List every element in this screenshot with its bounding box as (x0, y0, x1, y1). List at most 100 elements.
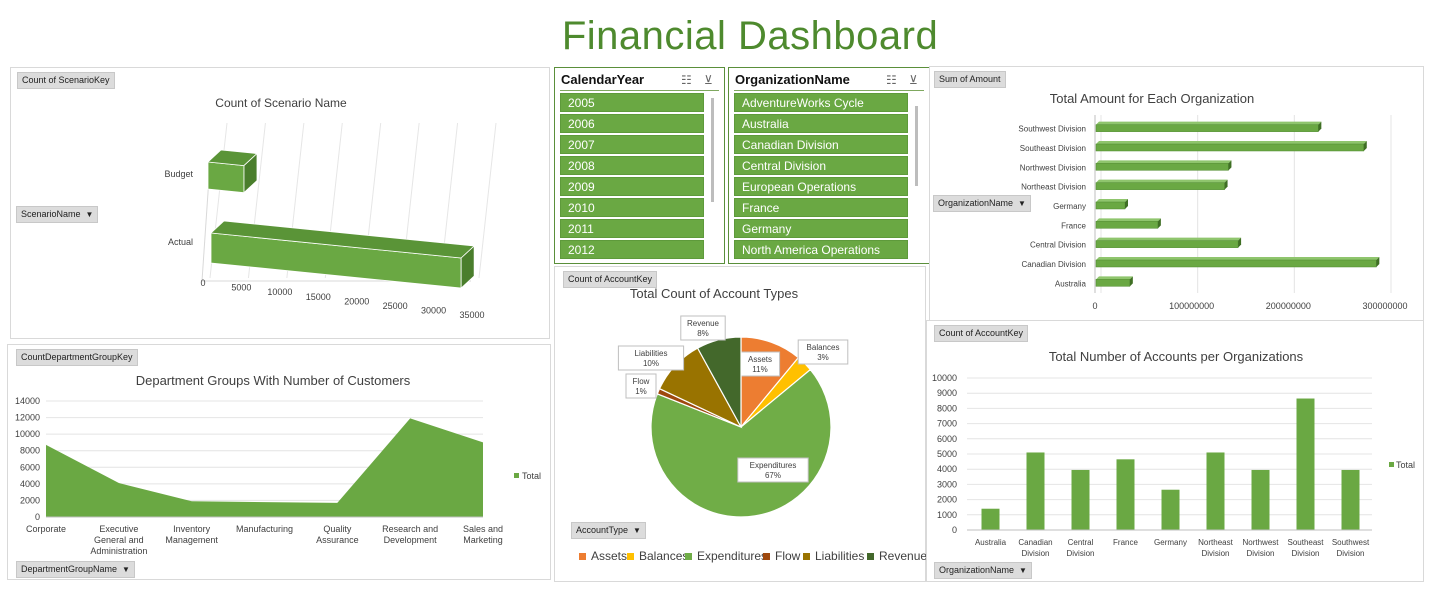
y-tick-label: 2000 (937, 495, 957, 505)
legend-label: Assets (591, 549, 628, 563)
org-amount-chart-panel: Sum of Amount OrganizationName ▼ Total Am… (929, 66, 1424, 321)
clear-filter-icon[interactable]: ⊻ (704, 73, 713, 87)
pie-data-label-percent: 8% (697, 329, 709, 338)
x-tick-label: 0 (200, 278, 205, 288)
organization-slicer-item[interactable]: North America Operations (734, 240, 908, 259)
org-amount-bar (1095, 163, 1229, 171)
department-chart-panel: CountDepartmentGroupKey DepartmentGroupN… (7, 344, 551, 580)
pie-legend-item: Assets (579, 549, 627, 563)
org-accounts-chart-panel: Count of AccountKey OrganizationName ▼ To… (926, 320, 1424, 582)
org-accounts-bar (1116, 459, 1135, 530)
org-accounts-bar (1251, 469, 1270, 530)
legend-label: Total (1396, 460, 1415, 470)
x-category-label: Inventory (173, 524, 211, 534)
org-amount-bar (1095, 240, 1239, 248)
y-tick-label: 0 (35, 512, 40, 522)
calendar-year-slicer-item[interactable]: 2007 (560, 135, 704, 154)
calendar-year-slicer-item[interactable]: 2008 (560, 156, 704, 175)
x-category-label: Manufacturing (236, 524, 293, 534)
legend-swatch (514, 473, 519, 478)
y-tick-label: 8000 (937, 403, 957, 413)
legend-label: Balances (639, 549, 689, 563)
calendar-year-slicer-item[interactable]: 2011 (560, 219, 704, 238)
pie-legend-item: Revenue (867, 549, 927, 563)
y-tick-label: 9000 (937, 388, 957, 398)
org-amount-bar (1095, 143, 1365, 152)
x-category-label: Research and (382, 524, 438, 534)
organization-slicer-scrollbar[interactable] (915, 106, 918, 186)
organization-slicer-header: OrganizationName (735, 72, 850, 87)
y-tick-label: 3000 (937, 479, 957, 489)
org-accounts-bar (1161, 489, 1180, 530)
clear-filter-icon[interactable]: ⊻ (909, 73, 918, 87)
multi-select-icon[interactable]: ☷ (681, 73, 692, 87)
x-tick-label: 20000 (344, 296, 369, 306)
pie-data-label-percent: 11% (752, 365, 767, 374)
organization-slicer-item[interactable]: Australia (734, 114, 908, 133)
x-tick-label: 10000 (267, 287, 292, 297)
calendar-year-slicer: CalendarYear ☷ ⊻ 2005 2006 2007 2008 2009 201… (554, 67, 725, 264)
org-amount-bar (1095, 201, 1126, 210)
calendar-year-slicer-item[interactable]: 2010 (560, 198, 704, 217)
organization-slicer-item[interactable]: European Operations (734, 177, 908, 196)
x-tick-label: 100000000 (1169, 301, 1214, 311)
x-tick-label: 300000000 (1362, 301, 1407, 311)
multi-select-icon[interactable]: ☷ (886, 73, 897, 87)
org-amount-bar (1095, 124, 1319, 132)
calendar-year-slicer-item[interactable]: 2005 (560, 93, 704, 112)
organization-slicer-item[interactable]: Canadian Division (734, 135, 908, 154)
organization-slicer: OrganizationName ☷ ⊻ AdventureWorks Cycl… (728, 67, 930, 264)
dashboard-title: Financial Dashboard (561, 14, 939, 58)
y-category-label: Northeast Division (1021, 183, 1086, 192)
calendar-year-slicer-item[interactable]: 2006 (560, 114, 704, 133)
x-tick-label: 15000 (306, 292, 331, 302)
y-category-label: Southwest Division (1018, 125, 1086, 134)
x-category-label: Marketing (463, 535, 503, 545)
org-amount-bar (1095, 182, 1225, 190)
organization-slicer-item[interactable]: Germany (734, 219, 908, 238)
x-category-label: Corporate (26, 524, 66, 534)
calendar-slicer-scrollbar[interactable] (711, 98, 714, 202)
x-tick-label: 35000 (459, 310, 484, 320)
y-tick-label: 8000 (20, 446, 40, 456)
y-tick-label: 4000 (937, 464, 957, 474)
organization-slicer-item[interactable]: France (734, 198, 908, 217)
x-category-label: Central (1068, 538, 1094, 547)
org-amount-bar-top (1096, 199, 1128, 202)
pie-data-label-name: Liabilities (635, 349, 668, 358)
y-category-label: Northwest Division (1020, 163, 1086, 172)
legend-label: Expenditures (697, 549, 768, 563)
department-chart: 0 2000 4000 6000 8000 10000 12000 14000 Corporat… (15, 396, 541, 556)
x-category-label: Quality (323, 524, 352, 534)
account-types-pie-chart: Assets11% Balances3% Expenditures67% Flow1%… (617, 315, 849, 518)
legend-label: Revenue (879, 549, 928, 563)
legend-label: Total (522, 471, 541, 481)
y-category-label: Southeast Division (1020, 144, 1086, 153)
legend-label: Flow (775, 549, 801, 563)
y-category-label: Actual (168, 237, 193, 247)
org-accounts-bar (1341, 469, 1360, 530)
calendar-year-slicer-header: CalendarYear (561, 72, 645, 87)
y-tick-label: 10000 (932, 373, 957, 383)
x-category-label: Management (165, 535, 218, 545)
x-category-label: Executive (99, 524, 138, 534)
y-tick-label: 4000 (20, 479, 40, 489)
calendar-year-slicer-item[interactable]: 2009 (560, 177, 704, 196)
y-tick-label: 0 (952, 525, 957, 535)
legend-swatch (1389, 462, 1394, 467)
legend-swatch (627, 553, 634, 561)
legend-swatch (579, 553, 586, 561)
y-tick-label: 5000 (937, 449, 957, 459)
organization-slicer-item[interactable]: Central Division (734, 156, 908, 175)
x-category-label: France (1113, 538, 1138, 547)
x-category-label: Canadian (1018, 538, 1052, 547)
organization-slicer-item[interactable]: AdventureWorks Cycle (734, 93, 908, 112)
org-accounts-chart: 0 1000 2000 3000 4000 5000 6000 7000 8000 9000 100… (932, 373, 1415, 558)
calendar-year-slicer-item[interactable]: 2012 (560, 240, 704, 259)
org-amount-chart: 0 100000000 200000000 300000000 Southwest Di… (1018, 115, 1408, 311)
org-amount-bar-top (1096, 257, 1380, 260)
org-accounts-bar (981, 508, 1000, 530)
x-tick-label: 25000 (383, 301, 408, 311)
y-category-label: Central Division (1030, 241, 1086, 250)
pie-data-label-percent: 67% (765, 471, 781, 480)
